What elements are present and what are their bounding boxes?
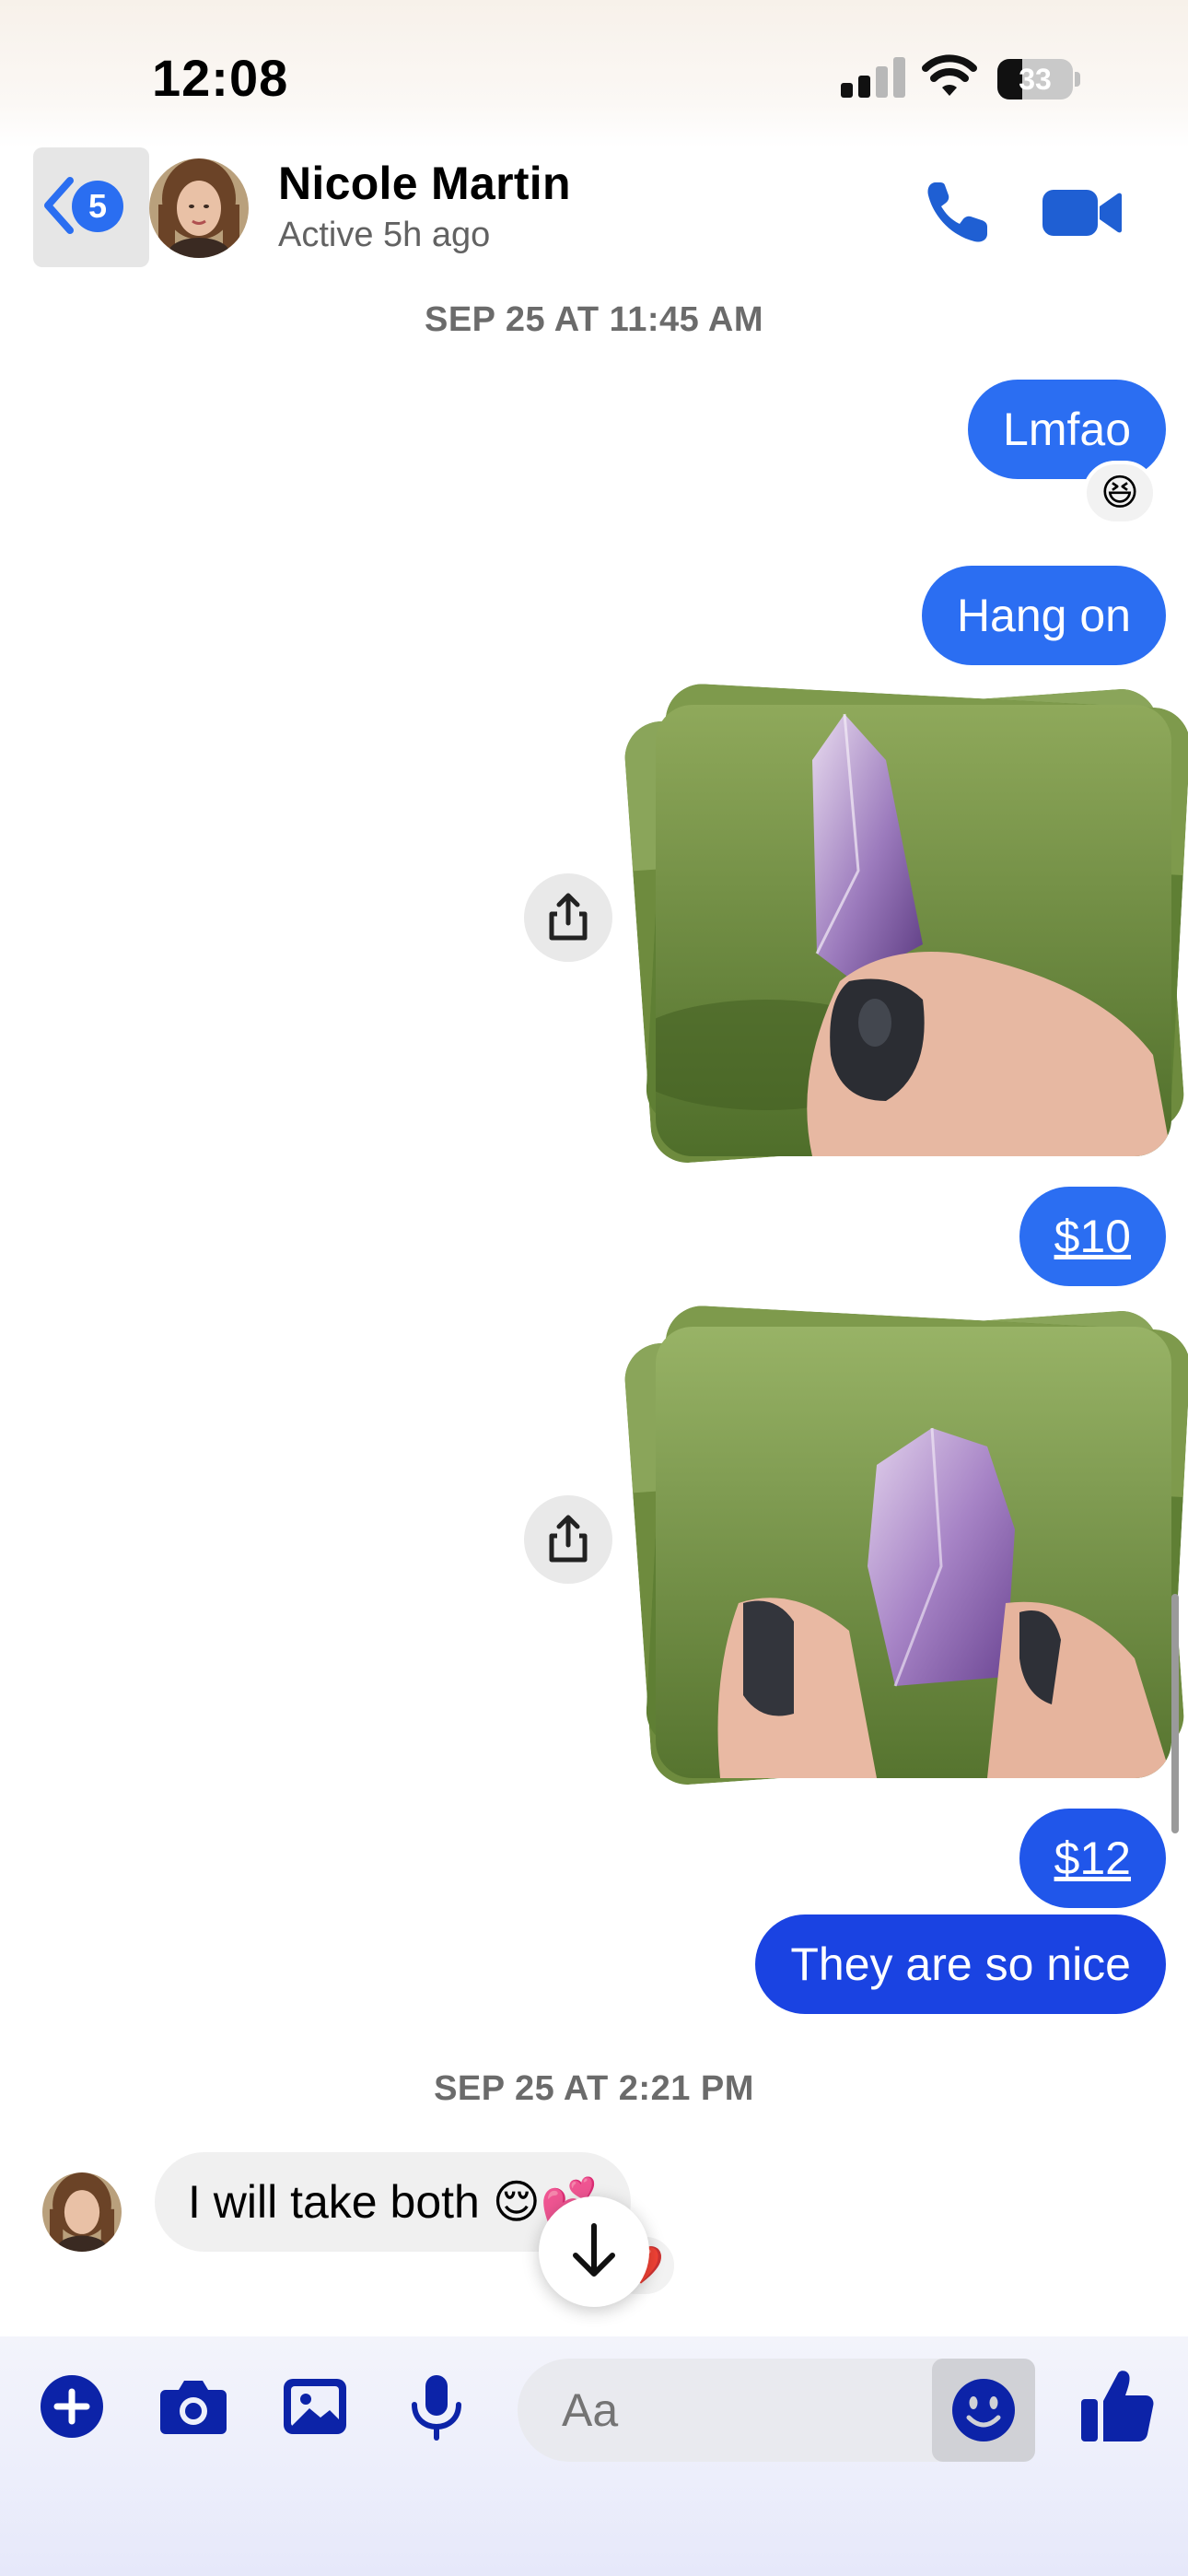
message-input[interactable] [562, 2359, 930, 2462]
phone-icon[interactable] [921, 175, 995, 249]
conversation-header: 5 Nicole Martin Active 5h ago [0, 147, 1188, 272]
outgoing-message[interactable]: They are so nice [755, 1914, 1166, 2014]
thumbs-up-icon[interactable] [1076, 2364, 1159, 2447]
smiley-icon [952, 2379, 1015, 2441]
photo-album[interactable] [622, 677, 1188, 1165]
back-button[interactable]: 5 [33, 147, 149, 267]
unread-count-badge: 5 [72, 181, 123, 232]
share-button[interactable] [524, 873, 612, 962]
message-timestamp: SEP 25 AT 2:21 PM [434, 2069, 754, 2108]
message-input-container [518, 2359, 1035, 2462]
price-message[interactable]: $12 [1019, 1809, 1166, 1908]
scrollbar[interactable] [1171, 1594, 1179, 1833]
status-bar: 12:08 33 [0, 0, 1188, 147]
share-icon [549, 1515, 588, 1563]
crystal-photo[interactable] [656, 1327, 1171, 1778]
contact-active-status: Active 5h ago [278, 216, 491, 254]
share-icon [549, 893, 588, 941]
battery-icon: 33 [997, 59, 1080, 100]
camera-icon[interactable] [157, 2370, 230, 2443]
emoji-button[interactable] [932, 2359, 1035, 2462]
microphone-icon[interactable] [400, 2370, 473, 2443]
message-timestamp: SEP 25 AT 11:45 AM [424, 300, 764, 339]
message-reaction[interactable]: 😆 [1083, 461, 1157, 525]
message-composer [0, 2336, 1188, 2576]
gallery-icon[interactable] [278, 2370, 352, 2443]
contact-avatar[interactable] [149, 158, 249, 258]
price-link[interactable]: $10 [1054, 1211, 1131, 1262]
arrow-down-icon [573, 2223, 615, 2277]
photo-album[interactable] [622, 1299, 1188, 1787]
status-time: 12:08 [152, 49, 289, 107]
battery-percent: 33 [1019, 63, 1052, 96]
price-message[interactable]: $10 [1019, 1187, 1166, 1286]
outgoing-message[interactable]: Hang on [921, 566, 1166, 665]
price-link[interactable]: $12 [1054, 1832, 1131, 1884]
crystal-photo[interactable] [656, 705, 1171, 1156]
cellular-signal-icon [841, 57, 905, 98]
wifi-icon [922, 54, 977, 96]
contact-avatar[interactable] [42, 2172, 122, 2252]
contact-name[interactable]: Nicole Martin [278, 157, 571, 210]
plus-icon[interactable] [35, 2370, 109, 2443]
share-button[interactable] [524, 1495, 612, 1584]
scroll-to-bottom-button[interactable] [539, 2196, 649, 2307]
video-camera-icon[interactable] [1041, 181, 1124, 245]
